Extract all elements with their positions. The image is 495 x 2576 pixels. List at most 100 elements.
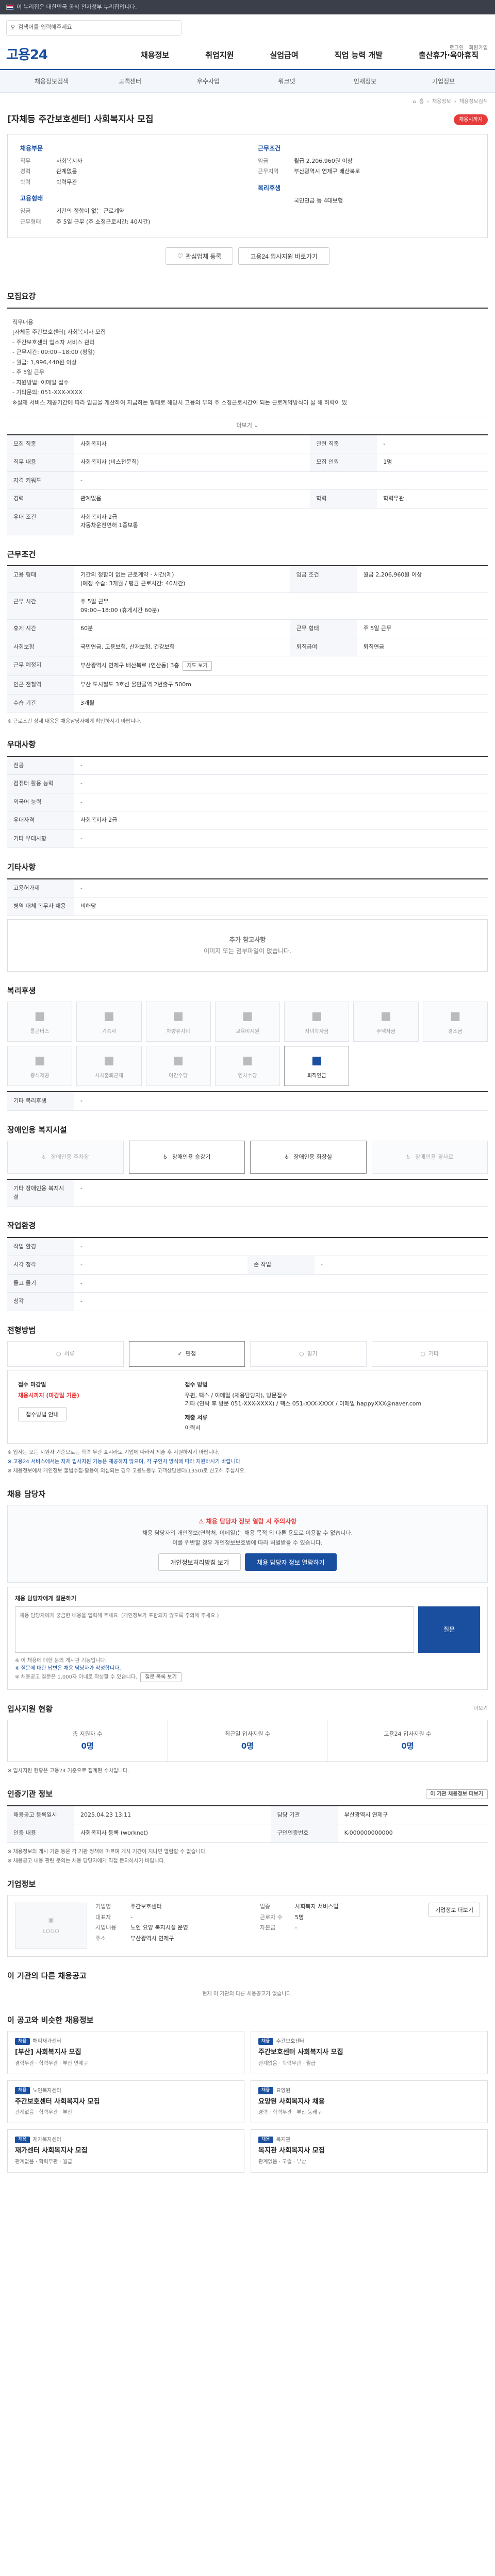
gnb-item[interactable]: 채용정보 (141, 49, 169, 61)
agency-key: 주소 (95, 1935, 106, 1942)
agency-more-button[interactable]: 기업정보 더보기 (428, 1903, 480, 1917)
welfare-label: 야간수당 (169, 1073, 188, 1079)
description-line: - 주간보호센터 입소자 서비스 관리 (12, 338, 95, 346)
card-title[interactable]: 주간보호센터 사회복지사 모집 (15, 2097, 237, 2107)
table-key: 모집 직종 (7, 434, 74, 453)
summary-value: 주 5일 근무 (주 소정근로시간: 40시간) (56, 218, 151, 225)
selection-step: ○ 기타 (371, 1341, 488, 1367)
apply-label: 제출 서류 (185, 1414, 208, 1421)
gnb-item[interactable]: 직업 능력 개발 (335, 49, 383, 61)
section-title: 기타사항 (7, 861, 488, 873)
apply-link-button[interactable]: 고용24 입사지원 바로가기 (238, 247, 329, 265)
description-line: - 근무시간: 09:00~18:00 (평일) (12, 349, 95, 355)
card-title[interactable]: [부산] 사회복지사 모집 (15, 2047, 237, 2058)
main-content: [자체등 주간보호센터] 사회복지사 모집 채용시까지 채용부문 직무 사회복지사… (0, 110, 495, 2193)
welfare-label: 주택자금 (376, 1029, 395, 1035)
section-title: 우대사항 (7, 739, 488, 751)
job-summary: 채용부문 직무 사회복지사 경력 관계없음 학력 학력무관 고용형태 임금 기간의 정함… (7, 133, 488, 238)
facility-label: 장애인용 화장실 (293, 1153, 332, 1160)
description-line: - 지원방법: 이메일 접수 (12, 379, 69, 386)
table-row: 기타 장애인용 복지시설 - (7, 1179, 488, 1207)
table-value: 사회복지사 2급 (74, 811, 488, 830)
recommend-card[interactable]: 채용 재가복지센터 재가센터 사회복지사 모집 관계없음 · 학력무관 · 월급 (7, 2129, 244, 2173)
card-org: 채용 해피재가센터 (15, 2038, 237, 2045)
search-input[interactable]: ⚲ 검색어를 입력해주세요 (6, 20, 182, 36)
recruiter-buttons: 개인정보처리방침 보기 채용 담당자 정보 열람하기 (19, 1553, 476, 1571)
section-title: 전형방법 (7, 1325, 488, 1336)
breadcrumb-item[interactable]: 홈 (419, 98, 424, 106)
card-tag: 채용 (15, 2136, 30, 2144)
search-area: ⚲ 검색어를 입력해주세요 (0, 14, 495, 41)
description-line: ※실제 서비스 제공기간에 따라 임금을 개산하여 지급하는 형태로 해당시 고… (12, 399, 347, 406)
breadcrumb-item[interactable]: 채용정보 (432, 98, 451, 106)
summary-right: 근무조건 임금 월급 2,206,960원 이상 근무지역 부산광역시 연제구 배산… (258, 144, 475, 229)
welfare-icon: ■ (242, 1010, 253, 1023)
subnav-item[interactable]: 기업정보 (404, 77, 483, 86)
subnav-item[interactable]: 고객센터 (91, 77, 169, 86)
card-title[interactable]: 요양원 사회복지사 채용 (258, 2097, 480, 2107)
recommend-card[interactable]: 채용 노인복지센터 주간보호센터 사회복지사 모집 관계없음 · 학력무관 · 부산 (7, 2080, 244, 2123)
inquiry-list-button[interactable]: 질문 목록 보기 (140, 1672, 182, 1682)
welfare-icon: ■ (242, 1054, 253, 1067)
recommend-card[interactable]: 채용 주간보호센터 주간보호센터 사회복지사 모집 관계없음 · 학력무관 · 월급 (251, 2031, 488, 2074)
summary-key: 학력 (20, 178, 31, 185)
breadcrumb-item: 채용정보검색 (459, 98, 488, 105)
home-icon[interactable]: ⌂ (412, 98, 416, 106)
welfare-label: 연차수당 (238, 1073, 257, 1079)
welfare-icon: ■ (34, 1054, 45, 1067)
gnb-item[interactable]: 취업지원 (205, 49, 234, 61)
apply-method-value: 우편, 팩스 / 이메일 (채용담당자), 방문접수 기타 (연락 후 방문 0… (185, 1392, 422, 1408)
recommend-card[interactable]: 채용 요양원 요양원 사회복지사 채용 경력 · 학력무관 · 부산 동래구 (251, 2080, 488, 2123)
map-button[interactable]: 지도 보기 (182, 661, 212, 671)
card-title[interactable]: 주간보호센터 사회복지사 모집 (258, 2047, 480, 2058)
recommend-card[interactable]: 채용 복지관 복지관 사회복지사 모집 관계없음 · 고졸 · 부산 (251, 2129, 488, 2173)
work-condition-table: 고용 형태 기간의 정함이 없는 근로계약 · 시간(제) (예정 수습: 3개월… (7, 565, 488, 713)
subnav-item[interactable]: 채용정보검색 (12, 77, 91, 86)
card-tag: 채용 (15, 2038, 30, 2045)
table-value: 부산광역시 연제구 배산북로 (연산동) 3층 지도 보기 (74, 656, 488, 676)
status-more-link[interactable]: 더보기 (473, 1705, 488, 1713)
summary-row: 경력 관계없음 (20, 167, 237, 176)
login-link[interactable]: 로그인 (450, 44, 464, 52)
table-row: 외국어 능력 - (7, 793, 488, 811)
inquiry-submit-button[interactable]: 질문 (418, 1606, 480, 1653)
note-line: ※ 이 채용에 대한 문의 게시판 기능입니다. (15, 1657, 107, 1664)
agency-jobs-button[interactable]: 이 기관 채용정보 더보기 (425, 1789, 488, 1799)
card-meta: 관계없음 · 학력무관 · 월급 (258, 2060, 316, 2066)
expand-toggle[interactable]: 더보기 ⌄ (7, 417, 488, 434)
recommend-card[interactable]: 채용 해피재가센터 [부산] 사회복지사 모집 경력무관 · 학력무관 · 부산 연제… (7, 2031, 244, 2074)
table-row: 들고 들기 - (7, 1274, 488, 1293)
site-logo[interactable]: 고용24 (6, 45, 48, 65)
table-key: 담당 기관 (271, 1805, 338, 1824)
table-value: - (74, 793, 488, 811)
apply-deadline-value: 채용시까지 (마감일 기준) (18, 1392, 79, 1399)
scrap-button[interactable]: ♡ 관심업체 등록 (166, 247, 234, 265)
section-title: 모집요강 (7, 291, 488, 302)
view-recruiter-button[interactable]: 채용 담당자 정보 열람하기 (245, 1553, 337, 1571)
section-title: 이 기관의 다른 채용공고 (7, 1970, 488, 1982)
welfare-other-table: 기타 복리후생 - (7, 1091, 488, 1111)
section-title: 복리후생 (7, 985, 488, 997)
card-title[interactable]: 복지관 사회복지사 모집 (258, 2146, 480, 2156)
card-title[interactable]: 재가센터 사회복지사 모집 (15, 2146, 237, 2156)
facility-item: ♿ 장애인용 화장실 (250, 1141, 367, 1174)
bottom-spacer (7, 2173, 488, 2193)
table-key: 근무 예정지 (7, 656, 74, 676)
table-key: 우대자격 (7, 811, 74, 830)
join-link[interactable]: 회원가입 (469, 44, 488, 52)
status-note: ※ 입사지원 현황은 고용24 기준으로 집계된 수치입니다. (7, 1767, 488, 1775)
privacy-policy-button[interactable]: 개인정보처리방침 보기 (158, 1553, 241, 1571)
agency-key (260, 1935, 291, 1943)
table-key: 수습 기간 (7, 694, 74, 713)
inquiry-input[interactable] (15, 1606, 414, 1653)
summary-row: 직무 사회복지사 (20, 157, 237, 166)
gnb-item[interactable]: 실업급여 (270, 49, 298, 61)
summary-value: 국민연금 등 4대보험 (294, 197, 343, 204)
apply-method-button[interactable]: 접수방법 안내 (18, 1407, 67, 1421)
subnav-item[interactable]: 인재정보 (326, 77, 404, 86)
summary-row: 국민연금 등 4대보험 (258, 197, 475, 206)
subnav-item[interactable]: 우수사업 (169, 77, 248, 86)
summary-row: 학력 학력무관 (20, 178, 237, 187)
subnav-item[interactable]: 워크넷 (248, 77, 326, 86)
table-row: 사회보험 국민연금, 고용보험, 산재보험, 건강보험 퇴직급여 퇴직연금 (7, 638, 488, 656)
